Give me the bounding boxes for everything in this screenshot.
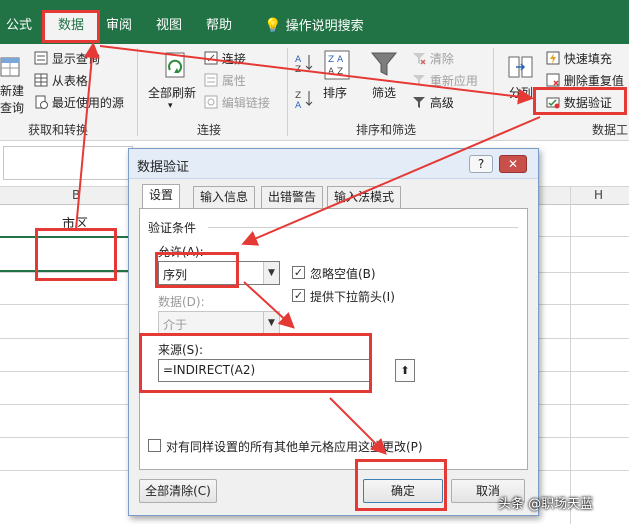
annotation-arrows <box>75 42 541 455</box>
arrow-allow-to-source <box>243 281 295 329</box>
arrow-tab-to-validation <box>99 45 534 105</box>
arrow-cell-to-tab <box>75 42 100 230</box>
arrow-source-to-ok <box>329 397 387 455</box>
watermark: 头条 @职场天蓝 <box>498 497 594 512</box>
arrow-validation-to-allow <box>241 116 541 246</box>
